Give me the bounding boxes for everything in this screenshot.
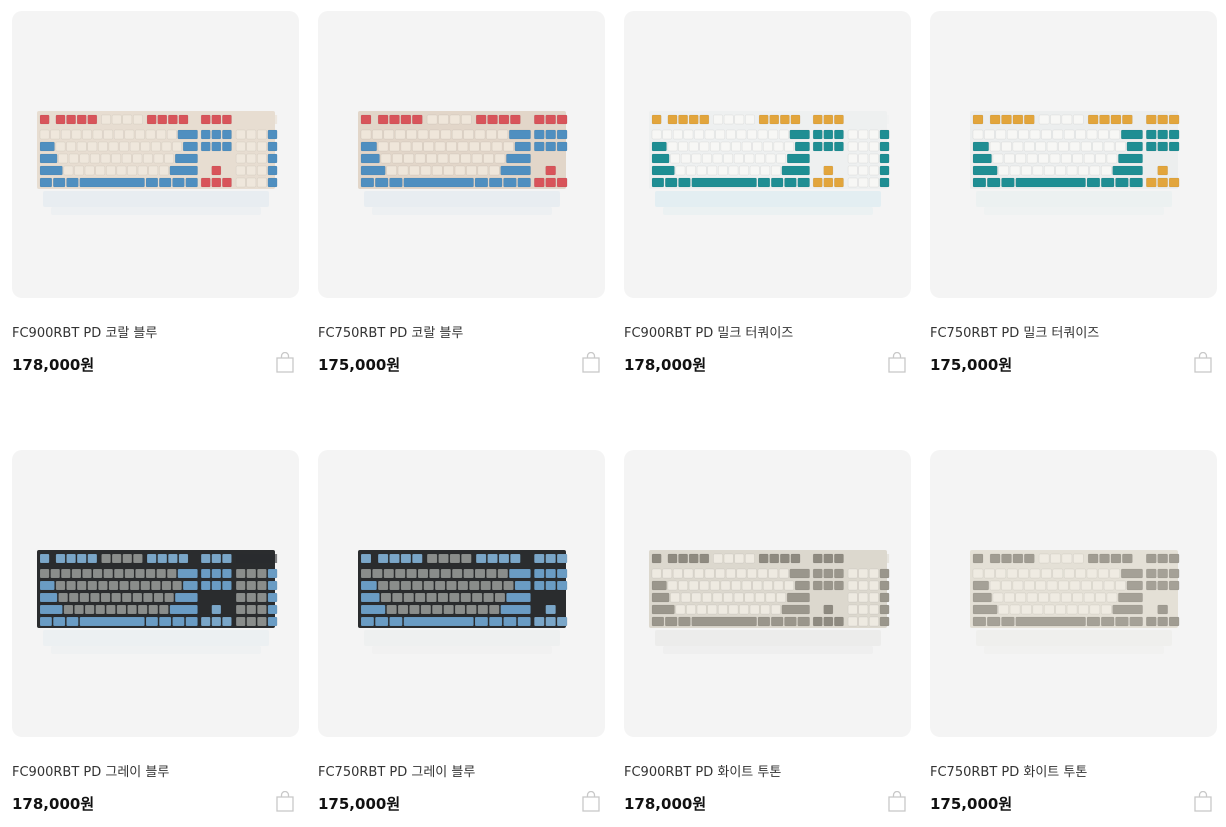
product-image[interactable] (12, 450, 299, 737)
keyboard-image (649, 550, 890, 654)
product-grid: FC900RBT PD 코랄 블루 178,000원 FC750RBT PD 코… (0, 0, 1226, 827)
product-card[interactable]: FC750RBT PD 밀크 터쿼이즈 175,000원 (930, 11, 1217, 374)
product-price: 178,000원 (624, 356, 707, 374)
shopping-bag-icon[interactable] (1193, 352, 1213, 374)
product-name[interactable]: FC900RBT PD 밀크 터쿼이즈 (624, 322, 793, 341)
product-image[interactable] (318, 450, 605, 737)
product-name[interactable]: FC900RBT PD 코랄 블루 (12, 322, 157, 341)
product-card[interactable]: FC900RBT PD 화이트 투톤 178,000원 (624, 450, 911, 813)
product-image[interactable] (318, 11, 605, 298)
keyboard-image (970, 550, 1180, 654)
product-image[interactable] (624, 11, 911, 298)
product-name[interactable]: FC900RBT PD 그레이 블루 (12, 761, 169, 780)
keyboard-image (358, 550, 568, 654)
product-image[interactable] (930, 450, 1217, 737)
product-card[interactable]: FC750RBT PD 코랄 블루 175,000원 (318, 11, 605, 374)
product-image[interactable] (930, 11, 1217, 298)
product-card[interactable]: FC900RBT PD 코랄 블루 178,000원 (12, 11, 299, 374)
product-price: 178,000원 (12, 356, 95, 374)
product-name[interactable]: FC900RBT PD 화이트 투톤 (624, 761, 781, 780)
product-name[interactable]: FC750RBT PD 코랄 블루 (318, 322, 463, 341)
product-name[interactable]: FC750RBT PD 화이트 투톤 (930, 761, 1087, 780)
product-card[interactable]: FC750RBT PD 그레이 블루 175,000원 (318, 450, 605, 813)
product-image[interactable] (624, 450, 911, 737)
product-price: 175,000원 (930, 795, 1013, 813)
keyboard-image (970, 111, 1180, 215)
shopping-bag-icon[interactable] (275, 791, 295, 813)
product-card[interactable]: FC750RBT PD 화이트 투톤 175,000원 (930, 450, 1217, 813)
shopping-bag-icon[interactable] (1193, 791, 1213, 813)
product-name[interactable]: FC750RBT PD 밀크 터쿼이즈 (930, 322, 1099, 341)
keyboard-image (37, 550, 278, 654)
product-price: 178,000원 (624, 795, 707, 813)
keyboard-image (358, 111, 568, 215)
product-price: 175,000원 (318, 356, 401, 374)
shopping-bag-icon[interactable] (581, 791, 601, 813)
product-price: 178,000원 (12, 795, 95, 813)
shopping-bag-icon[interactable] (887, 791, 907, 813)
keyboard-image (37, 111, 278, 215)
keyboard-image (649, 111, 890, 215)
product-image[interactable] (12, 11, 299, 298)
product-price: 175,000원 (930, 356, 1013, 374)
shopping-bag-icon[interactable] (581, 352, 601, 374)
product-card[interactable]: FC900RBT PD 밀크 터쿼이즈 178,000원 (624, 11, 911, 374)
product-card[interactable]: FC900RBT PD 그레이 블루 178,000원 (12, 450, 299, 813)
product-price: 175,000원 (318, 795, 401, 813)
shopping-bag-icon[interactable] (275, 352, 295, 374)
product-name[interactable]: FC750RBT PD 그레이 블루 (318, 761, 475, 780)
shopping-bag-icon[interactable] (887, 352, 907, 374)
